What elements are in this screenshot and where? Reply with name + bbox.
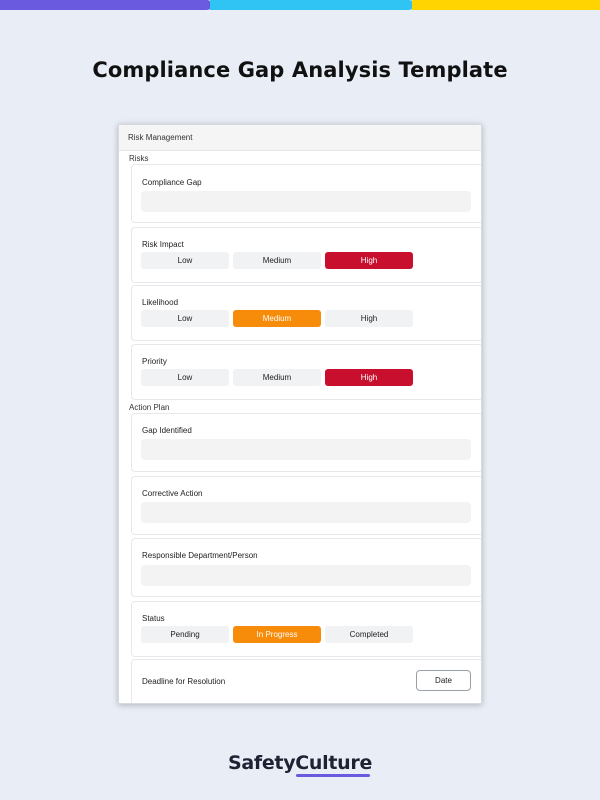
brand-logo: SafetyCulture (0, 752, 600, 777)
status-label: Status (142, 614, 165, 623)
corrective-action-input[interactable] (141, 502, 471, 523)
gap-identified-block: Gap Identified (131, 413, 481, 472)
deadline-date-button[interactable]: Date (416, 670, 471, 691)
responsible-input[interactable] (141, 565, 471, 586)
risk-impact-low-button[interactable]: Low (141, 252, 229, 269)
likelihood-label: Likelihood (142, 298, 179, 307)
responsible-label: Responsible Department/Person (142, 551, 258, 560)
gap-identified-label: Gap Identified (142, 426, 192, 435)
likelihood-low-button[interactable]: Low (141, 310, 229, 327)
compliance-gap-block: Compliance Gap (131, 164, 481, 223)
status-in-progress-button[interactable]: In Progress (233, 626, 321, 643)
section-label-risks: Risks (129, 154, 149, 163)
top-bar-yellow-segment (412, 0, 600, 10)
corrective-action-block: Corrective Action (131, 476, 481, 535)
risk-impact-options: Low Medium High (141, 252, 413, 269)
priority-block: Priority Low Medium High (131, 344, 481, 400)
deadline-label: Deadline for Resolution (142, 677, 226, 686)
likelihood-medium-button[interactable]: Medium (233, 310, 321, 327)
status-block: Status Pending In Progress Completed (131, 601, 481, 657)
risk-impact-block: Risk Impact Low Medium High (131, 227, 481, 283)
priority-high-button[interactable]: High (325, 369, 413, 386)
compliance-gap-label: Compliance Gap (142, 178, 202, 187)
risk-impact-high-button[interactable]: High (325, 252, 413, 269)
priority-label: Priority (142, 357, 167, 366)
status-completed-button[interactable]: Completed (325, 626, 413, 643)
priority-medium-button[interactable]: Medium (233, 369, 321, 386)
likelihood-block: Likelihood Low Medium High (131, 285, 481, 341)
priority-low-button[interactable]: Low (141, 369, 229, 386)
risk-impact-label: Risk Impact (142, 240, 184, 249)
risk-impact-medium-button[interactable]: Medium (233, 252, 321, 269)
brand-logo-text: SafetyCulture (227, 752, 373, 774)
top-bar-blue-segment (210, 0, 414, 10)
gap-identified-input[interactable] (141, 439, 471, 460)
responsible-block: Responsible Department/Person (131, 538, 481, 597)
likelihood-options: Low Medium High (141, 310, 413, 327)
priority-options: Low Medium High (141, 369, 413, 386)
status-pending-button[interactable]: Pending (141, 626, 229, 643)
deadline-block: Deadline for Resolution Date (131, 659, 481, 703)
form-card: Risk Management Risks Compliance Gap Ris… (118, 124, 482, 704)
likelihood-high-button[interactable]: High (325, 310, 413, 327)
brand-logo-underline (295, 774, 371, 777)
form-header: Risk Management (119, 125, 481, 151)
page-title: Compliance Gap Analysis Template (92, 58, 508, 82)
status-options: Pending In Progress Completed (141, 626, 413, 643)
top-color-bar (0, 0, 600, 10)
compliance-gap-input[interactable] (141, 191, 471, 212)
top-bar-purple-segment (0, 0, 212, 10)
corrective-action-label: Corrective Action (142, 489, 203, 498)
section-label-action-plan: Action Plan (129, 403, 170, 412)
